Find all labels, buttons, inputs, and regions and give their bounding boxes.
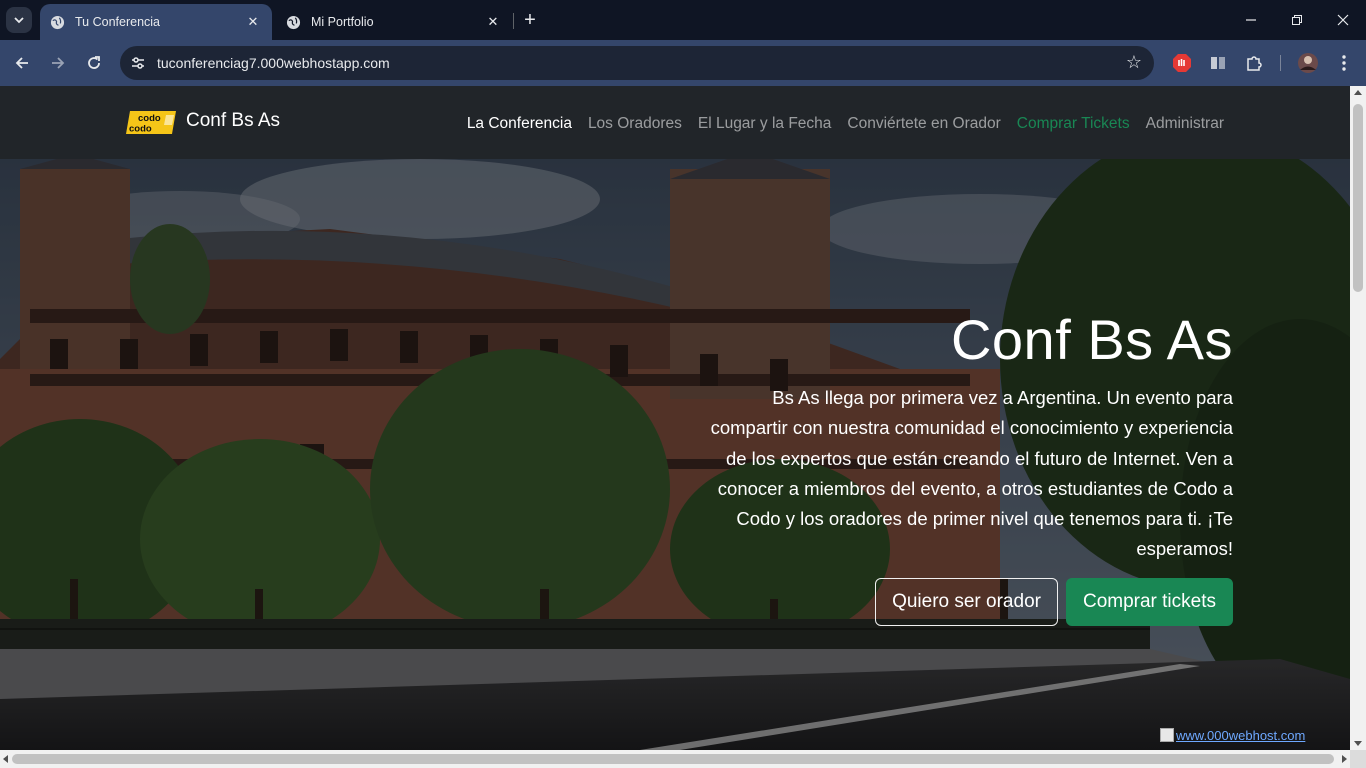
arrow-right-icon: [52, 57, 65, 69]
horizontal-scroll-thumb[interactable]: [12, 754, 1334, 764]
vertical-scroll-thumb[interactable]: [1353, 104, 1363, 292]
forward-button[interactable]: [45, 50, 71, 76]
minimize-button[interactable]: [1228, 6, 1274, 34]
svg-text:codo: codo: [138, 113, 161, 124]
nav-administrar[interactable]: Administrar: [1146, 115, 1224, 133]
address-bar[interactable]: tuconferenciag7.000webhostapp.com ☆: [120, 46, 1154, 80]
plus-icon: +: [524, 8, 536, 31]
close-tab-icon[interactable]: ✕: [244, 13, 262, 31]
scroll-right-icon[interactable]: [1342, 755, 1347, 763]
toolbar-divider: [1280, 55, 1281, 71]
tab-divider: [513, 13, 514, 29]
hero-title: Conf Bs As: [950, 308, 1233, 371]
horizontal-scrollbar[interactable]: [0, 750, 1350, 768]
tab-tu-conferencia[interactable]: Tu Conferencia ✕: [40, 4, 272, 40]
scroll-up-icon[interactable]: [1354, 90, 1362, 95]
codo-a-codo-logo[interactable]: codo codo: [126, 111, 176, 134]
arrow-left-icon: [15, 57, 28, 69]
more-menu-icon[interactable]: [1333, 52, 1355, 74]
nav-los-oradores[interactable]: Los Oradores: [588, 115, 682, 133]
new-tab-button[interactable]: +: [518, 8, 542, 32]
host-badge-text: www.000webhost.com: [1176, 728, 1306, 743]
minimize-icon: [1246, 19, 1256, 21]
close-tab-icon[interactable]: ✕: [484, 13, 502, 31]
tune-icon[interactable]: [128, 53, 148, 73]
page-viewport: codo codo Conf Bs As La Conferencia Los …: [0, 86, 1350, 750]
brand-name[interactable]: Conf Bs As: [186, 110, 280, 132]
nav-lugar-fecha[interactable]: El Lugar y la Fecha: [698, 115, 832, 133]
globe-icon: [286, 15, 301, 29]
browser-toolbar: tuconferenciag7.000webhostapp.com ☆: [0, 40, 1366, 86]
scrollbar-corner: [1350, 750, 1366, 768]
close-icon: [1337, 14, 1349, 26]
nav-comprar-tickets[interactable]: Comprar Tickets: [1017, 115, 1130, 133]
nav-conviertete-orador[interactable]: Conviértete en Orador: [847, 115, 1000, 133]
restore-button[interactable]: [1274, 6, 1320, 34]
scroll-down-icon[interactable]: [1354, 741, 1362, 746]
adblock-icon[interactable]: [1171, 52, 1193, 74]
host-badge-link[interactable]: www.000webhost.com: [1160, 728, 1305, 743]
chevron-down-icon: [14, 17, 24, 24]
broken-image-icon: [1160, 728, 1174, 742]
hero-content: Conf Bs As Bs As llega por primera vez a…: [693, 307, 1233, 626]
main-menu: La Conferencia Los Oradores El Lugar y l…: [467, 115, 1224, 133]
tab-title: Tu Conferencia: [75, 15, 160, 29]
scroll-left-icon[interactable]: [3, 755, 8, 763]
reload-icon: [88, 56, 100, 69]
hero-actions: Quiero ser orador Comprar tickets: [693, 577, 1233, 626]
star-icon[interactable]: ☆: [1126, 52, 1142, 73]
globe-icon: [50, 15, 65, 29]
restore-icon: [1292, 15, 1302, 25]
browser-tabstrip: Tu Conferencia ✕ Mi Portfolio ✕ +: [0, 0, 1366, 40]
tab-title: Mi Portfolio: [311, 15, 374, 29]
puzzle-icon[interactable]: [1243, 52, 1265, 74]
hero-section: Conf Bs As Bs As llega por primera vez a…: [0, 159, 1350, 750]
back-button[interactable]: [9, 50, 35, 76]
close-window-button[interactable]: [1320, 6, 1366, 34]
tab-search-button[interactable]: [6, 7, 32, 33]
site-navbar: codo codo Conf Bs As La Conferencia Los …: [0, 86, 1350, 159]
avatar-icon[interactable]: [1297, 52, 1319, 74]
url-text: tuconferenciag7.000webhostapp.com: [157, 55, 390, 71]
hero-description: Bs As llega por primera vez a Argentina.…: [710, 387, 1233, 560]
quiero-ser-orador-button[interactable]: Quiero ser orador: [875, 577, 1058, 626]
vertical-scrollbar[interactable]: [1350, 86, 1366, 750]
nav-la-conferencia[interactable]: La Conferencia: [467, 115, 572, 133]
svg-text:codo: codo: [129, 124, 152, 135]
reload-button[interactable]: [81, 50, 107, 76]
tab-mi-portfolio[interactable]: Mi Portfolio ✕: [276, 4, 512, 40]
comprar-tickets-button[interactable]: Comprar tickets: [1065, 577, 1233, 626]
reader-mode-icon[interactable]: [1207, 52, 1229, 74]
